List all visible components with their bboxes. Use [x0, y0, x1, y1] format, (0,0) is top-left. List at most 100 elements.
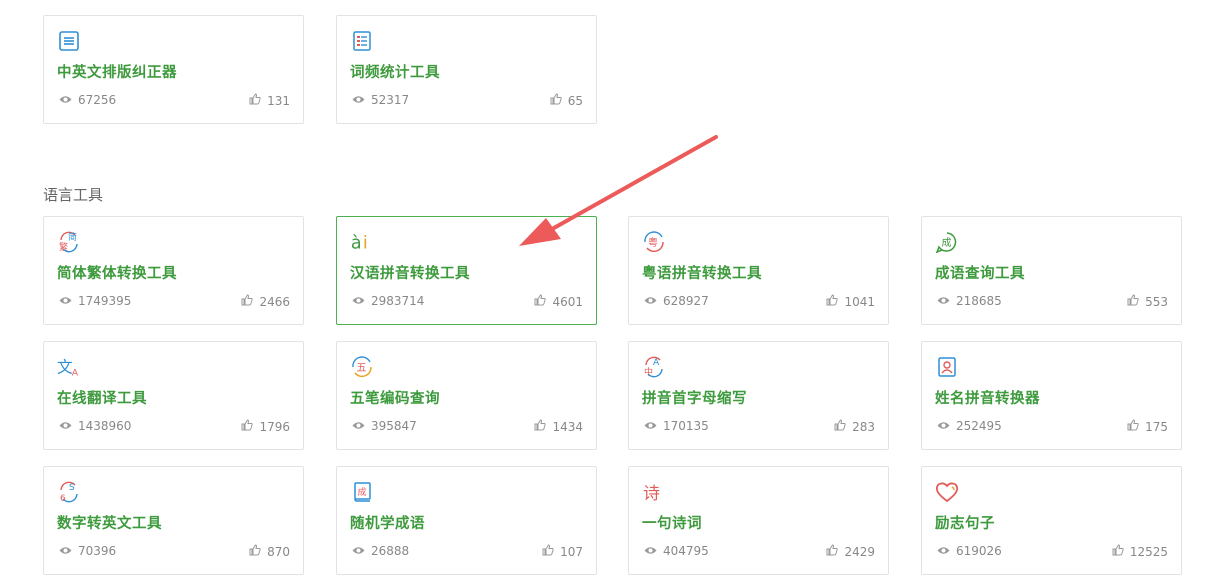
eye-icon — [937, 419, 950, 433]
view-count: 1749395 — [59, 294, 131, 308]
translate-icon: 文A — [57, 355, 81, 379]
eye-icon — [644, 419, 657, 433]
tool-title[interactable]: 随机学成语 — [350, 512, 425, 533]
thumbs-up-icon[interactable] — [1127, 294, 1139, 309]
view-count: 26888 — [352, 544, 409, 558]
like-count[interactable]: 1434 — [534, 419, 583, 434]
tool-title[interactable]: 简体繁体转换工具 — [57, 262, 177, 283]
thumbs-up-icon[interactable] — [534, 294, 547, 309]
tool-card-word-frequency[interactable]: 词频统计工具 52317 65 — [336, 15, 597, 124]
like-count[interactable]: 175 — [1127, 419, 1168, 434]
tool-card-typesetting[interactable]: 中英文排版纠正器 67256 131 — [43, 15, 304, 124]
eye-icon — [352, 93, 365, 107]
like-count[interactable]: 65 — [550, 93, 583, 108]
tool-title[interactable]: 姓名拼音转换器 — [935, 387, 1040, 408]
view-count: 2983714 — [352, 294, 424, 308]
thumbs-up-icon[interactable] — [1127, 419, 1139, 434]
tool-title[interactable]: 数字转英文工具 — [57, 512, 162, 533]
eye-icon — [59, 294, 72, 308]
like-count[interactable]: 4601 — [534, 294, 583, 309]
view-count: 619026 — [937, 544, 1002, 558]
eye-icon — [937, 544, 950, 558]
initials-icon: A中 — [642, 355, 666, 379]
view-count: 395847 — [352, 419, 417, 433]
svg-text:简: 简 — [68, 231, 77, 243]
like-count[interactable]: 107 — [542, 544, 583, 559]
tool-title[interactable]: 汉语拼音转换工具 — [350, 262, 470, 283]
thumbs-up-icon[interactable] — [241, 419, 254, 434]
thumbs-up-icon[interactable] — [826, 544, 839, 559]
thumbs-up-icon[interactable] — [1112, 544, 1124, 559]
svg-text:S: S — [69, 483, 75, 493]
poem-icon: 诗 — [642, 480, 666, 504]
view-count: 252495 — [937, 419, 1002, 433]
section-title: 语言工具 — [43, 186, 104, 204]
thumbs-up-icon[interactable] — [249, 544, 261, 559]
svg-text:文: 文 — [57, 358, 73, 377]
idiom-icon: 成 — [935, 230, 959, 254]
like-count[interactable]: 2429 — [826, 544, 875, 559]
like-count[interactable]: 870 — [249, 544, 290, 559]
tool-card-motivational[interactable]: 励志句子 619026 12525 — [921, 466, 1182, 575]
tool-title[interactable]: 中英文排版纠正器 — [57, 61, 177, 82]
thumbs-up-icon[interactable] — [550, 93, 562, 108]
svg-text:繁: 繁 — [59, 241, 68, 253]
thumbs-up-icon[interactable] — [249, 93, 261, 108]
tool-card-translate[interactable]: 文A 在线翻译工具 1438960 1796 — [43, 341, 304, 450]
like-count[interactable]: 2466 — [241, 294, 290, 309]
view-count: 70396 — [59, 544, 116, 558]
tool-card-number-english[interactable]: S6 数字转英文工具 70396 870 — [43, 466, 304, 575]
tool-card-idiom[interactable]: 成 成语查询工具 218685 553 — [921, 216, 1182, 325]
eye-icon — [644, 294, 657, 308]
tool-title[interactable]: 拼音首字母缩写 — [642, 387, 747, 408]
tool-card-pinyin[interactable]: ài 汉语拼音转换工具 2983714 4601 — [336, 216, 597, 325]
tool-card-simplified-traditional[interactable]: 简繁 简体繁体转换工具 1749395 2466 — [43, 216, 304, 325]
like-count[interactable]: 1796 — [241, 419, 290, 434]
view-count: 628927 — [644, 294, 709, 308]
eye-icon — [352, 294, 365, 308]
wubi-icon: 五 — [350, 355, 374, 379]
like-count[interactable]: 1041 — [826, 294, 875, 309]
cantonese-icon: 粤 — [642, 230, 666, 254]
svg-text:6: 6 — [60, 494, 66, 504]
tool-card-random-idiom[interactable]: 成 随机学成语 26888 107 — [336, 466, 597, 575]
tool-card-cantonese[interactable]: 粤 粤语拼音转换工具 628927 1041 — [628, 216, 889, 325]
heart-icon — [935, 480, 959, 504]
view-count: 67256 — [59, 93, 116, 107]
tool-title[interactable]: 在线翻译工具 — [57, 387, 147, 408]
like-count[interactable]: 283 — [834, 419, 875, 434]
tool-card-initials[interactable]: A中 拼音首字母缩写 170135 283 — [628, 341, 889, 450]
thumbs-up-icon[interactable] — [534, 419, 547, 434]
thumbs-up-icon[interactable] — [826, 294, 839, 309]
list-icon — [350, 29, 374, 53]
name-card-icon — [935, 355, 959, 379]
eye-icon — [59, 544, 72, 558]
view-count: 170135 — [644, 419, 709, 433]
svg-text:五: 五 — [357, 363, 367, 374]
tool-title[interactable]: 一句诗词 — [642, 512, 702, 533]
svg-text:i: i — [363, 233, 368, 253]
idiom-book-icon: 成 — [350, 480, 374, 504]
tool-title[interactable]: 粤语拼音转换工具 — [642, 262, 762, 283]
number-english-icon: S6 — [57, 480, 81, 504]
eye-icon — [59, 419, 72, 433]
thumbs-up-icon[interactable] — [241, 294, 254, 309]
view-count: 218685 — [937, 294, 1002, 308]
like-count[interactable]: 131 — [249, 93, 290, 108]
tool-card-wubi[interactable]: 五 五笔编码查询 395847 1434 — [336, 341, 597, 450]
like-count[interactable]: 553 — [1127, 294, 1168, 309]
svg-text:à: à — [351, 233, 362, 253]
like-count[interactable]: 12525 — [1112, 544, 1168, 559]
svg-text:A: A — [72, 367, 79, 378]
tool-card-name-pinyin[interactable]: 姓名拼音转换器 252495 175 — [921, 341, 1182, 450]
thumbs-up-icon[interactable] — [542, 544, 554, 559]
simplified-traditional-icon: 简繁 — [57, 230, 81, 254]
tool-title[interactable]: 成语查询工具 — [935, 262, 1025, 283]
view-count: 52317 — [352, 93, 409, 107]
tool-title[interactable]: 词频统计工具 — [350, 61, 440, 82]
tool-title[interactable]: 五笔编码查询 — [350, 387, 440, 408]
thumbs-up-icon[interactable] — [834, 419, 846, 434]
svg-text:诗: 诗 — [643, 484, 660, 504]
tool-card-poem[interactable]: 诗 一句诗词 404795 2429 — [628, 466, 889, 575]
tool-title[interactable]: 励志句子 — [935, 512, 995, 533]
